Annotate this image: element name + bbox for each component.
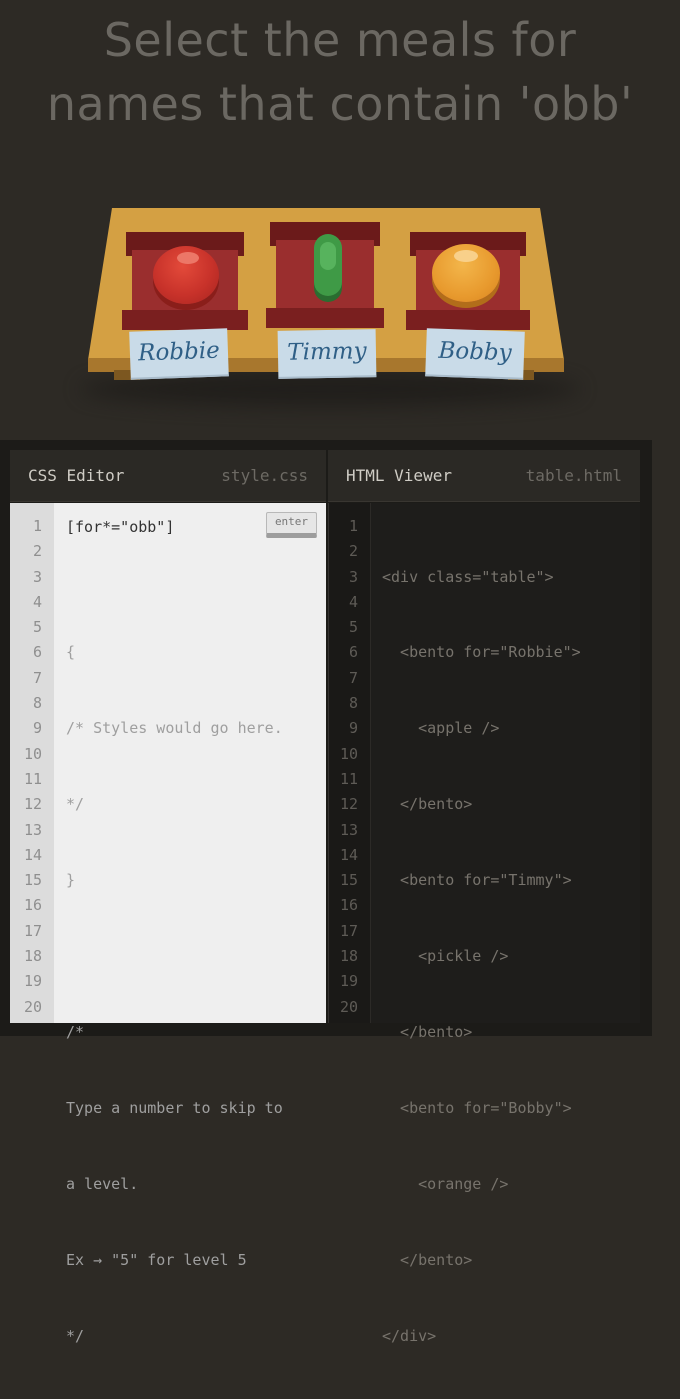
line-number: 9	[32, 719, 42, 738]
name-tag-robbie: Robbie	[129, 328, 229, 380]
html-code-line[interactable]: </div>	[382, 1324, 581, 1349]
line-number: 17	[339, 921, 358, 940]
css-editor-pane[interactable]: 1 2 3 4 5 6 7 8 9 10 11 12 13 14 15 16 1…	[10, 503, 326, 1345]
css-editor-header: CSS Editor style.css	[10, 450, 326, 502]
code-line: Type a number to skip to	[66, 1098, 283, 1117]
html-line-numbers: 1 2 3 4 5 6 7 8 9 10 11 12 13 14 15 16 1…	[329, 503, 371, 1023]
line-number: 9	[348, 719, 358, 738]
line-number: 15	[339, 871, 358, 890]
bento-lip	[406, 310, 530, 330]
line-number: 14	[339, 845, 358, 864]
html-code-line[interactable]: </bento>	[382, 1020, 581, 1045]
line-number: 6	[32, 643, 42, 662]
line-number: 14	[23, 845, 42, 864]
line-number: 11	[23, 769, 42, 788]
line-number: 4	[32, 592, 42, 611]
code-line: */	[66, 795, 85, 814]
line-number: 13	[339, 820, 358, 839]
line-number: 5	[348, 618, 358, 637]
html-code-line[interactable]: <bento for="Timmy">	[382, 868, 581, 893]
name-tag-timmy: Timmy	[277, 329, 377, 379]
html-code-line[interactable]: <bento for="Bobby">	[382, 1096, 581, 1121]
html-viewer-pane[interactable]: 1 2 3 4 5 6 7 8 9 10 11 12 13 14 15 16 1…	[328, 503, 640, 1345]
editor-panel: CSS Editor style.css HTML Viewer table.h…	[0, 440, 652, 1345]
line-number: 20	[23, 997, 42, 1016]
html-code-line[interactable]: <bento for="Robbie">	[382, 640, 581, 665]
code-line: Ex → "5" for level 5	[66, 1250, 247, 1269]
html-viewer-title: HTML Viewer	[346, 466, 452, 485]
html-code-line[interactable]: <orange />	[382, 1172, 581, 1197]
line-number: 1	[32, 517, 42, 535]
line-number: 10	[339, 744, 358, 763]
line-number: 8	[32, 694, 42, 713]
line-number: 2	[348, 542, 358, 561]
css-filename: style.css	[221, 466, 308, 485]
line-number: 18	[339, 947, 358, 966]
line-number: 10	[23, 744, 42, 763]
name-tag-bobby: Bobby	[425, 328, 525, 380]
line-number: 5	[32, 618, 42, 637]
orange-icon[interactable]	[432, 244, 500, 302]
bento-lip	[122, 310, 248, 330]
code-line: */	[66, 1326, 85, 1345]
line-number: 19	[339, 972, 358, 991]
html-viewer-header: HTML Viewer table.html	[328, 450, 640, 502]
code-line: a level.	[66, 1174, 139, 1193]
html-code-line[interactable]: <apple />	[382, 716, 581, 741]
html-code-line[interactable]: </bento>	[382, 1248, 581, 1273]
css-editor-title: CSS Editor	[28, 466, 125, 485]
bento-bobby[interactable]	[406, 232, 530, 330]
line-number: 16	[23, 896, 42, 915]
bento-robbie[interactable]	[122, 232, 248, 330]
pickle-icon[interactable]	[314, 234, 342, 296]
line-number: 2	[32, 542, 42, 561]
code-line: {	[66, 643, 76, 662]
code-line: /*	[66, 1022, 85, 1041]
line-number: 20	[339, 997, 358, 1016]
line-number: 15	[23, 871, 42, 890]
dinner-table: Robbie Timmy Bobby	[0, 0, 680, 430]
line-number: 3	[32, 567, 42, 586]
css-line-numbers: 1 2 3 4 5 6 7 8 9 10 11 12 13 14 15 16 1…	[10, 503, 54, 1023]
code-line: /* Styles would go here.	[66, 719, 283, 738]
code-line: }	[66, 871, 76, 890]
line-number: 12	[23, 795, 42, 814]
apple-icon[interactable]	[153, 246, 219, 304]
line-number: 18	[23, 947, 42, 966]
line-number: 16	[339, 896, 358, 915]
line-number: 13	[23, 820, 42, 839]
line-number: 7	[32, 668, 42, 687]
html-code-line[interactable]: <div class="table">	[382, 565, 581, 590]
html-filename: table.html	[525, 466, 622, 485]
bento-lip	[266, 308, 384, 328]
line-number: 3	[348, 567, 358, 586]
line-number: 11	[339, 769, 358, 788]
line-number: 4	[348, 592, 358, 611]
bento-timmy[interactable]	[266, 222, 384, 328]
line-number: 6	[348, 643, 358, 662]
line-number: 17	[23, 921, 42, 940]
line-number: 12	[339, 795, 358, 814]
html-code-line[interactable]: </bento>	[382, 792, 581, 817]
css-code: { /* Styles would go here. */ } /* Type …	[66, 503, 283, 1399]
line-number: 1	[348, 517, 358, 535]
line-number: 7	[348, 668, 358, 687]
line-number: 19	[23, 972, 42, 991]
line-number: 8	[348, 694, 358, 713]
html-code-line[interactable]: <pickle />	[382, 944, 581, 969]
html-code: <div class="table"> <bento for="Robbie">…	[382, 503, 581, 1399]
